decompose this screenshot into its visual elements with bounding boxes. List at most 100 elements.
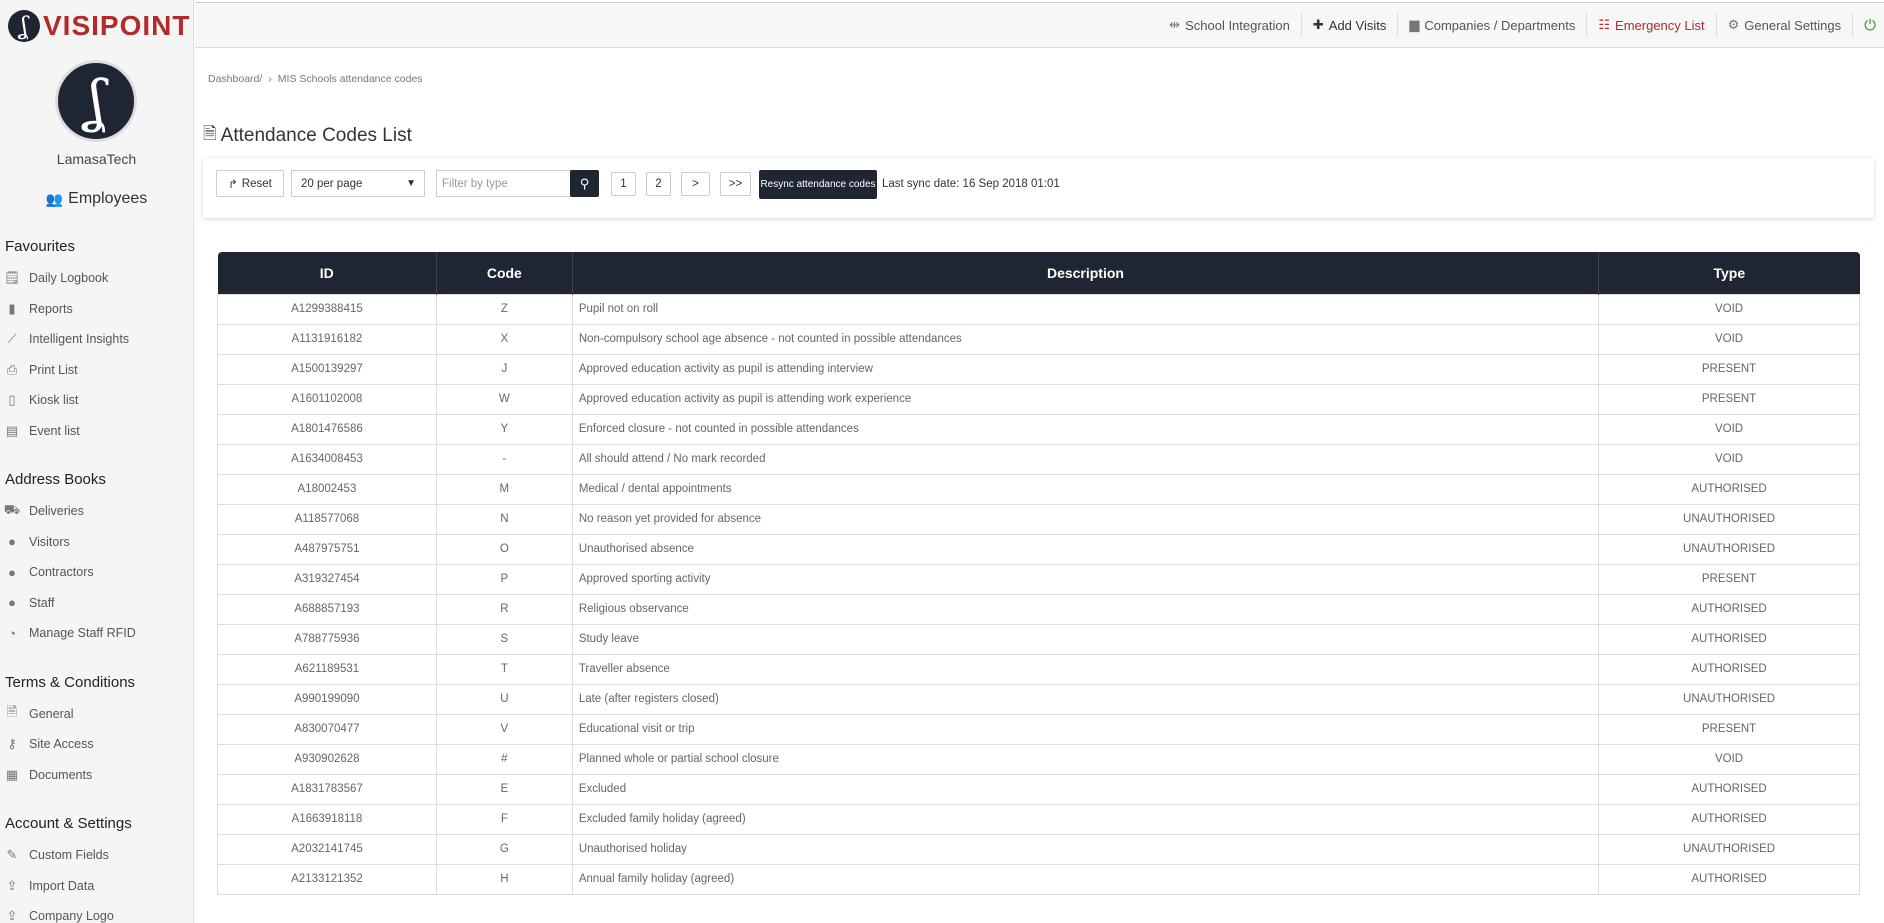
cell-type: UNAUTHORISED [1598, 533, 1860, 565]
table-row[interactable]: A788775936 S Study leave AUTHORISED [217, 623, 1860, 655]
table-row[interactable]: A930902628 # Planned whole or partial scho… [217, 743, 1860, 775]
page-1-button[interactable]: 1 [611, 172, 636, 196]
sidebar-item-staff[interactable]: ● Staff [0, 588, 193, 619]
resync-button[interactable]: Resync attendance codes [759, 170, 877, 199]
per-page-select[interactable]: 20 per page ▼ [291, 170, 425, 197]
list-icon: ☷ [1598, 17, 1611, 32]
sidebar-item-label: Daily Logbook [29, 271, 109, 286]
sidebar-item-label: Site Access [29, 737, 94, 752]
sidebar-item-label: Reports [29, 301, 73, 316]
table-row[interactable]: A18002453 M Medical / dental appointments A… [217, 473, 1860, 505]
table-row[interactable]: A1831783567 E Excluded AUTHORISED [217, 773, 1860, 805]
user-icon: ● [8, 564, 16, 580]
kiosk-icon: ▯ [8, 392, 16, 408]
cell-type: UNAUTHORISED [1598, 683, 1860, 715]
cell-description: Pupil not on roll [571, 293, 1600, 325]
sidebar-item-intelligent-insights[interactable]: ⟋ Intelligent Insights [0, 324, 193, 355]
power-icon: ⏻ [1864, 16, 1876, 34]
sidebar-item-contractors[interactable]: ● Contractors [0, 557, 193, 588]
document-icon: 🗎 [203, 124, 217, 143]
cell-code: H [435, 863, 573, 895]
table-row[interactable]: A1299388415 Z Pupil not on roll VOID [217, 293, 1860, 325]
sidebar-item-event-list[interactable]: ▤ Event list [0, 416, 193, 447]
sidebar-item-import-data[interactable]: ⇪ Import Data [0, 871, 193, 902]
top-school-integration[interactable]: ⇹ School Integration [1158, 13, 1302, 37]
top-emergency-list[interactable]: ☷ Emergency List [1587, 13, 1717, 37]
briefcase-icon: ▆ [1409, 17, 1420, 32]
sidebar-item-visitors[interactable]: ● Visitors [0, 527, 193, 558]
avatar[interactable]: ʆ [55, 60, 137, 142]
table-row[interactable]: A1801476586 Y Enforced closure - not count… [217, 413, 1860, 445]
sidebar-item-print-list[interactable]: ⎙ Print List [0, 355, 193, 386]
page-2-button[interactable]: 2 [646, 172, 671, 196]
cell-id: A1601102008 [217, 383, 437, 415]
table-row[interactable]: A1663918118 F Excluded family holiday (agr… [217, 803, 1860, 835]
top-companies-departments[interactable]: ▆ Companies / Departments [1398, 13, 1588, 37]
header-description[interactable]: Description [572, 252, 1600, 294]
table-row[interactable]: A830070477 V Educational visit or trip PRES… [217, 713, 1860, 745]
table-row[interactable]: A319327454 P Approved sporting activity PRE… [217, 563, 1860, 595]
header-id[interactable]: ID [217, 252, 437, 294]
table-row[interactable]: A688857193 R Religious observance AUTHORISE… [217, 593, 1860, 625]
toolbar: ↱ Reset 20 per page ▼ ⚲ 1 2 > >> Resync … [203, 158, 1874, 218]
sidebar-item-manage-staff-rfid[interactable]: ◔ Manage Staff RFID [0, 618, 193, 649]
logbook-icon: 🗒 [3, 270, 21, 286]
cell-type: AUTHORISED [1598, 653, 1860, 685]
gear-icon: ⚙ [1727, 17, 1740, 32]
cell-type: AUTHORISED [1598, 593, 1860, 625]
search-button[interactable]: ⚲ [570, 170, 599, 197]
cell-code: - [435, 443, 573, 475]
sidebar-item-site-access[interactable]: ⚷ Site Access [0, 729, 193, 760]
upload-icon: ⇪ [6, 908, 18, 923]
table-row[interactable]: A1601102008 W Approved education activity … [217, 383, 1860, 415]
table-row[interactable]: A1634008453- All should attend / No mark … [217, 443, 1860, 475]
sidebar-item-company-logo[interactable]: ⇪ Company Logo [0, 901, 193, 923]
cell-id: A118577068 [217, 503, 437, 535]
table-row[interactable]: A487975751 O Unauthorised absence UNAUTHORI… [217, 533, 1860, 565]
cell-description: Educational visit or trip [571, 713, 1600, 745]
sidebar-item-general[interactable]: 🗎 General [0, 699, 193, 730]
logout-button[interactable]: ⏻ [1853, 13, 1884, 37]
last-page-button[interactable]: >> [720, 172, 751, 196]
sidebar-item-custom-fields[interactable]: ✎ Custom Fields [0, 840, 193, 871]
header-type[interactable]: Type [1598, 252, 1860, 294]
cell-type: PRESENT [1598, 383, 1860, 415]
event-icon: ▤ [5, 422, 19, 438]
sidebar-item-reports[interactable]: ▮ Reports [0, 294, 193, 325]
cell-code: G [435, 833, 573, 865]
cell-type: VOID [1598, 293, 1860, 325]
sidebar-section-title: Favourites [5, 238, 76, 255]
sidebar-item-kiosk-list[interactable]: ▯ Kiosk list [0, 385, 193, 416]
top-add-visits[interactable]: ✚ Add Visits [1302, 13, 1399, 37]
table-body: A1299388415 Z Pupil not on roll VOID A113191… [217, 293, 1860, 895]
cell-description: Non-compulsory school age absence - not … [571, 323, 1600, 355]
filter-input[interactable] [436, 170, 571, 197]
cell-code: E [435, 773, 573, 805]
logo-mark-icon: ʆ [8, 10, 40, 42]
sidebar-item-documents[interactable]: ▦ Documents [0, 760, 193, 791]
sidebar-item-daily-logbook[interactable]: 🗒 Daily Logbook [0, 263, 193, 294]
table-row[interactable]: A1131916182 X Non-compulsory school age ab… [217, 323, 1860, 355]
cell-code: T [435, 653, 573, 685]
sidebar-item-label: General [29, 706, 74, 721]
main-content: Dashboard/› MIS Schools attendance codes … [195, 50, 1884, 923]
brand-logo[interactable]: ʆ VISIPOINT [0, 0, 193, 52]
header-code[interactable]: Code [436, 252, 573, 294]
table-row[interactable]: A2032141745 G Unauthorised holiday UNAUTHOR… [217, 833, 1860, 865]
breadcrumb-root[interactable]: Dashboard/ [208, 73, 262, 85]
sidebar-item-deliveries[interactable]: ⛟ Deliveries [0, 496, 193, 527]
table-row[interactable]: A1500139297 J Approved education activity … [217, 353, 1860, 385]
table-header-row: ID Code Description Type [217, 252, 1860, 294]
top-general-settings[interactable]: ⚙ General Settings [1717, 13, 1854, 37]
cell-type: AUTHORISED [1598, 863, 1860, 895]
employees-link[interactable]: 👥 Employees [0, 189, 193, 209]
table-row[interactable]: A990199090 U Late (after registers closed)… [217, 683, 1860, 715]
table-row[interactable]: A118577068 N No reason yet provided for ab… [217, 503, 1860, 535]
table-row[interactable]: A621189531 T Traveller absence AUTHORISED [217, 653, 1860, 685]
cell-id: A487975751 [217, 533, 437, 565]
next-page-button[interactable]: > [681, 172, 710, 196]
cell-code: P [435, 563, 573, 595]
top-item-label: School Integration [1185, 17, 1290, 33]
table-row[interactable]: A2133121352 H Annual family holiday (agree… [217, 863, 1860, 895]
reset-button[interactable]: ↱ Reset [216, 170, 284, 197]
